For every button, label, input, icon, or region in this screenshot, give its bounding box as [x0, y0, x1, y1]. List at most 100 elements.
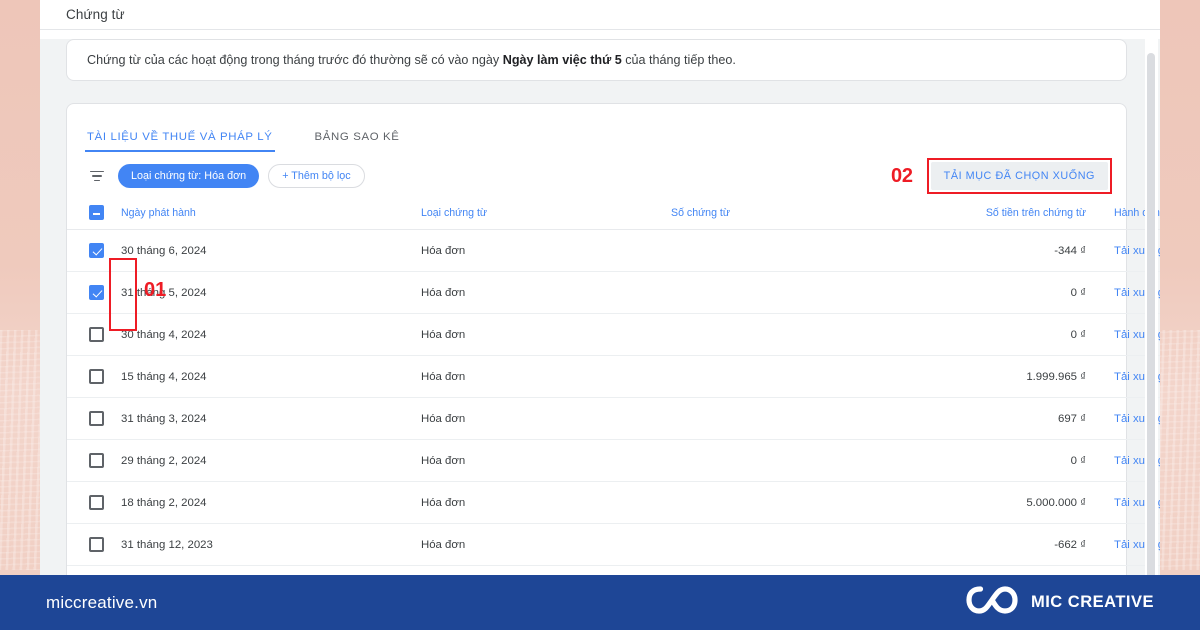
filter-chip-document-type[interactable]: Loại chứng từ: Hóa đơn	[118, 164, 260, 188]
footer-brand: MIC CREATIVE	[966, 585, 1154, 620]
table-body: 30 tháng 6, 2024 Hóa đơn -344 ₫ Tải xuống 31…	[67, 229, 1160, 575]
download-button-highlight-box: TẢI MỤC ĐÃ CHỌN XUỐNG	[926, 158, 1112, 194]
row-amount: -662 ₫	[901, 523, 1086, 566]
row-select-cell	[67, 523, 121, 566]
row-checkbox[interactable]	[89, 285, 104, 300]
row-document-number	[671, 397, 901, 440]
header-issue-date[interactable]: Ngày phát hành	[121, 198, 421, 230]
filter-list-icon[interactable]	[87, 166, 107, 186]
row-issue-date: 31 tháng 3, 2024	[121, 397, 421, 440]
table-row[interactable]: 15 tháng 4, 2024 Hóa đơn 1.999.965 ₫ Tải xu…	[67, 355, 1160, 398]
row-document-number	[671, 355, 901, 398]
row-issue-date: 30 tháng 4, 2024	[121, 313, 421, 356]
table-header-row: Ngày phát hành Loại chứng từ Số chứng từ…	[67, 198, 1160, 230]
window-titlebar: Chứng từ	[40, 0, 1160, 30]
tab-label: TÀI LIỆU VỀ THUẾ VÀ PHÁP LÝ	[87, 131, 273, 143]
add-filter-chip[interactable]: + Thêm bộ lọc	[268, 164, 365, 188]
row-checkbox[interactable]	[89, 453, 104, 468]
row-amount: 0 ₫	[901, 271, 1086, 314]
table-row[interactable]: 31 tháng 3, 2024 Hóa đơn 697 ₫ Tải xuống	[67, 397, 1160, 440]
row-issue-date: 30 tháng 11, 2023	[121, 565, 421, 575]
row-issue-date: 18 tháng 2, 2024	[121, 481, 421, 524]
row-select-cell	[67, 229, 121, 272]
row-issue-date: 31 tháng 5, 2024	[121, 271, 421, 314]
scrollbar-thumb[interactable]	[1147, 53, 1155, 575]
table-row[interactable]: 18 tháng 2, 2024 Hóa đơn 5.000.000 ₫ Tải xu…	[67, 481, 1160, 524]
row-select-cell	[67, 481, 121, 524]
row-document-type: Hóa đơn	[421, 481, 671, 524]
select-all-checkbox[interactable]	[89, 205, 104, 220]
tab-tax-legal-documents[interactable]: TÀI LIỆU VỀ THUẾ VÀ PHÁP LÝ	[85, 131, 275, 152]
header-document-type[interactable]: Loại chứng từ	[421, 198, 671, 230]
filter-chip-label: Loại chứng từ: Hóa đơn	[131, 170, 247, 182]
row-document-type: Hóa đơn	[421, 313, 671, 356]
download-action-group: 02 TẢI MỤC ĐÃ CHỌN XUỐNG	[891, 158, 1112, 194]
row-select-cell	[67, 355, 121, 398]
notice-prefix: Chứng từ của các hoạt động trong tháng t…	[87, 52, 503, 67]
notice-highlight: Ngày làm việc thứ 5	[502, 52, 622, 67]
footer-bar: miccreative.vn MIC CREATIVE	[0, 575, 1200, 630]
row-select-cell	[67, 565, 121, 575]
table-row[interactable]: 30 tháng 6, 2024 Hóa đơn -344 ₫ Tải xuống	[67, 229, 1160, 272]
add-filter-label: + Thêm bộ lọc	[282, 170, 351, 182]
row-amount: -344 ₫	[901, 229, 1086, 272]
row-issue-date: 30 tháng 6, 2024	[121, 229, 421, 272]
row-issue-date: 31 tháng 12, 2023	[121, 523, 421, 566]
row-checkbox[interactable]	[89, 369, 104, 384]
row-amount: 1.999.965 ₫	[901, 355, 1086, 398]
row-document-type: Hóa đơn	[421, 439, 671, 482]
table-row[interactable]: 29 tháng 2, 2024 Hóa đơn 0 ₫ Tải xuống	[67, 439, 1160, 482]
table-row[interactable]: 30 tháng 4, 2024 Hóa đơn 0 ₫ Tải xuống	[67, 313, 1160, 356]
row-checkbox[interactable]	[89, 327, 104, 342]
row-document-type: Hóa đơn	[421, 271, 671, 314]
filter-bar: Loại chứng từ: Hóa đơn + Thêm bộ lọc 02 …	[67, 152, 1126, 198]
row-checkbox[interactable]	[89, 243, 104, 258]
table-row[interactable]: 30 tháng 11, 2023Hóa đơn0 ₫Tải xuống	[67, 565, 1160, 575]
annotation-02: 02	[891, 165, 913, 187]
window-body: Chứng từ của các hoạt động trong tháng t…	[40, 39, 1160, 575]
row-document-number	[671, 481, 901, 524]
vertical-scrollbar[interactable]	[1145, 39, 1158, 575]
header-document-number[interactable]: Số chứng từ	[671, 198, 901, 230]
row-select-cell	[67, 313, 121, 356]
footer-website: miccreative.vn	[46, 592, 158, 612]
tab-statements[interactable]: BẢNG SAO KÊ	[315, 131, 400, 152]
row-amount: 0 ₫	[901, 313, 1086, 356]
documents-table: Ngày phát hành Loại chứng từ Số chứng từ…	[67, 198, 1160, 575]
row-amount: 697 ₫	[901, 397, 1086, 440]
row-amount: 5.000.000 ₫	[901, 481, 1086, 524]
row-select-cell	[67, 397, 121, 440]
table-row[interactable]: 31 tháng 5, 2024 Hóa đơn 0 ₫ Tải xuống	[67, 271, 1160, 314]
row-document-type: Hóa đơn	[421, 229, 671, 272]
infinity-loop-logo-icon	[966, 585, 1018, 620]
row-document-number	[671, 229, 901, 272]
documents-card: TÀI LIỆU VỀ THUẾ VÀ PHÁP LÝ BẢNG SAO KÊ …	[66, 103, 1160, 575]
row-checkbox[interactable]	[89, 495, 104, 510]
page-title: Chứng từ	[66, 7, 125, 22]
row-document-type: Hóa đơn	[421, 355, 671, 398]
row-issue-date: 15 tháng 4, 2024	[121, 355, 421, 398]
row-checkbox[interactable]	[89, 411, 104, 426]
table-row[interactable]: 31 tháng 12, 2023 Hóa đơn -662 ₫ Tải xuống	[67, 523, 1160, 566]
row-document-type: Hóa đơn	[421, 523, 671, 566]
tab-label: BẢNG SAO KÊ	[314, 131, 400, 143]
header-amount[interactable]: Số tiền trên chứng từ	[901, 198, 1086, 230]
row-amount: 0 ₫	[901, 439, 1086, 482]
notice-text: Chứng từ của các hoạt động trong tháng t…	[87, 51, 736, 69]
header-select-all-cell	[67, 198, 121, 230]
row-checkbox[interactable]	[89, 537, 104, 552]
row-document-number	[671, 565, 901, 575]
row-document-number	[671, 523, 901, 566]
row-select-cell	[67, 439, 121, 482]
row-document-number	[671, 271, 901, 314]
table-head: Ngày phát hành Loại chứng từ Số chứng từ…	[67, 198, 1160, 230]
row-document-number	[671, 313, 901, 356]
row-document-type: Hóa đơn	[421, 397, 671, 440]
download-selected-button[interactable]: TẢI MỤC ĐÃ CHỌN XUỐNG	[930, 162, 1108, 190]
row-document-type: Hóa đơn	[421, 565, 671, 575]
row-select-cell	[67, 271, 121, 314]
footer-brand-name: MIC CREATIVE	[1030, 593, 1154, 611]
tab-bar: TÀI LIỆU VỀ THUẾ VÀ PHÁP LÝ BẢNG SAO KÊ	[67, 108, 1126, 152]
row-amount: 0 ₫	[901, 565, 1086, 575]
notice-card: Chứng từ của các hoạt động trong tháng t…	[66, 39, 1127, 81]
